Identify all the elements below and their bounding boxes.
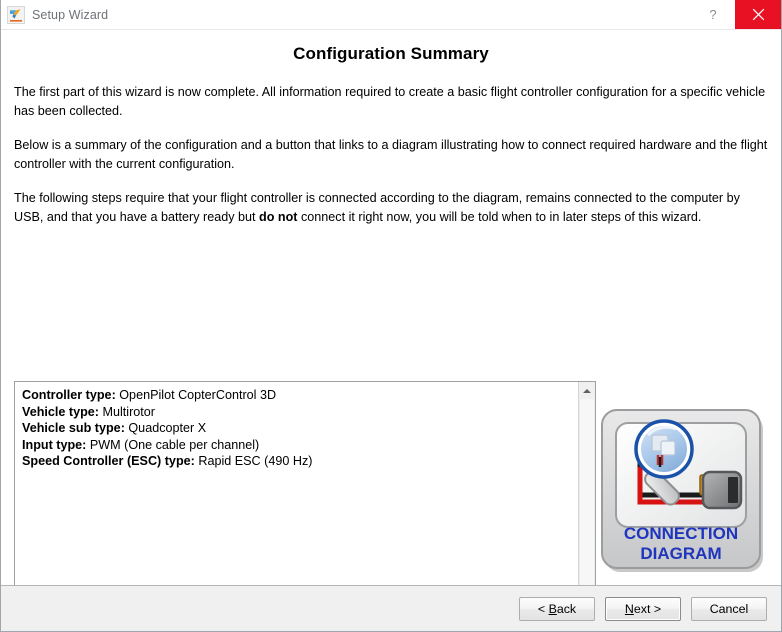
summary-item-controller-type: Controller type: OpenPilot CopterControl…: [22, 387, 572, 404]
title-bar-left: Setup Wizard: [1, 0, 691, 29]
connection-diagram-button[interactable]: CONNECTION DIAGRAM: [598, 407, 766, 575]
summary-item-vehicle-type: Vehicle type: Multirotor: [22, 404, 572, 421]
summary-item-label: Vehicle sub type:: [22, 421, 125, 435]
scrollbar-track[interactable]: [579, 399, 595, 585]
summary-item-vehicle-sub-type: Vehicle sub type: Quadcopter X: [22, 420, 572, 437]
summary-list: Controller type: OpenPilot CopterControl…: [15, 382, 578, 585]
magnifier-over-connector-icon: CONNECTION DIAGRAM: [601, 409, 763, 572]
intro-paragraph-3: The following steps require that your fl…: [14, 189, 768, 226]
scroll-up-arrow-icon: [583, 388, 591, 393]
summary-item-label: Controller type:: [22, 388, 116, 402]
summary-item-value: Multirotor: [102, 404, 155, 419]
title-bar-buttons: ?: [691, 0, 781, 29]
summary-row: Controller type: OpenPilot CopterControl…: [14, 381, 768, 585]
paragraph-3-text-after: connect it right now, you will be told w…: [297, 209, 702, 224]
scrollbar-up-button[interactable]: [579, 382, 595, 399]
paragraph-3-emphasis: do not: [259, 209, 298, 224]
summary-item-value: Quadcopter X: [128, 421, 207, 435]
setup-wizard-window: Setup Wizard ? Configuration Summary The…: [0, 0, 782, 632]
summary-item-value: Rapid ESC (490 Hz): [198, 454, 313, 468]
back-button-post: ack: [556, 601, 577, 616]
close-button[interactable]: [735, 0, 781, 29]
diagram-label-line1: CONNECTION: [624, 524, 738, 543]
next-button-post: ext >: [633, 601, 662, 616]
intro-paragraph-2: Below is a summary of the configuration …: [14, 138, 768, 171]
back-button-mnemonic: B: [548, 601, 557, 616]
close-icon: [752, 8, 764, 21]
wizard-content: Configuration Summary The first part of …: [1, 30, 781, 585]
intro-paragraph-1: The first part of this wizard is now com…: [14, 85, 766, 118]
diagram-label-line2: DIAGRAM: [640, 544, 721, 563]
openpilot-logo-icon: [7, 5, 25, 24]
help-button[interactable]: ?: [691, 0, 735, 29]
next-button-mnemonic: N: [624, 601, 634, 616]
next-button[interactable]: Next >: [605, 596, 681, 621]
summary-item-value: OpenPilot CopterControl 3D: [119, 388, 277, 402]
summary-item-label: Speed Controller (ESC) type:: [22, 454, 195, 468]
summary-item-esc-type: Speed Controller (ESC) type: Rapid ESC (…: [22, 453, 572, 470]
title-bar: Setup Wizard ?: [1, 0, 781, 30]
summary-item-value: PWM (One cable per channel): [89, 437, 260, 452]
summary-item-input-type: Input type: PWM (One cable per channel): [22, 437, 572, 454]
summary-item-label: Input type:: [22, 437, 87, 452]
configuration-summary-box: Controller type: OpenPilot CopterControl…: [14, 381, 596, 585]
footer-button-bar: < Back Next > Cancel: [1, 585, 781, 631]
summary-item-label: Vehicle type:: [22, 404, 99, 419]
back-button-pre: <: [537, 601, 549, 616]
window-title: Setup Wizard: [32, 7, 109, 22]
page-title: Configuration Summary: [293, 44, 489, 63]
back-button[interactable]: < Back: [519, 596, 595, 621]
cancel-button[interactable]: Cancel: [691, 596, 767, 621]
summary-scrollbar[interactable]: [578, 382, 595, 585]
